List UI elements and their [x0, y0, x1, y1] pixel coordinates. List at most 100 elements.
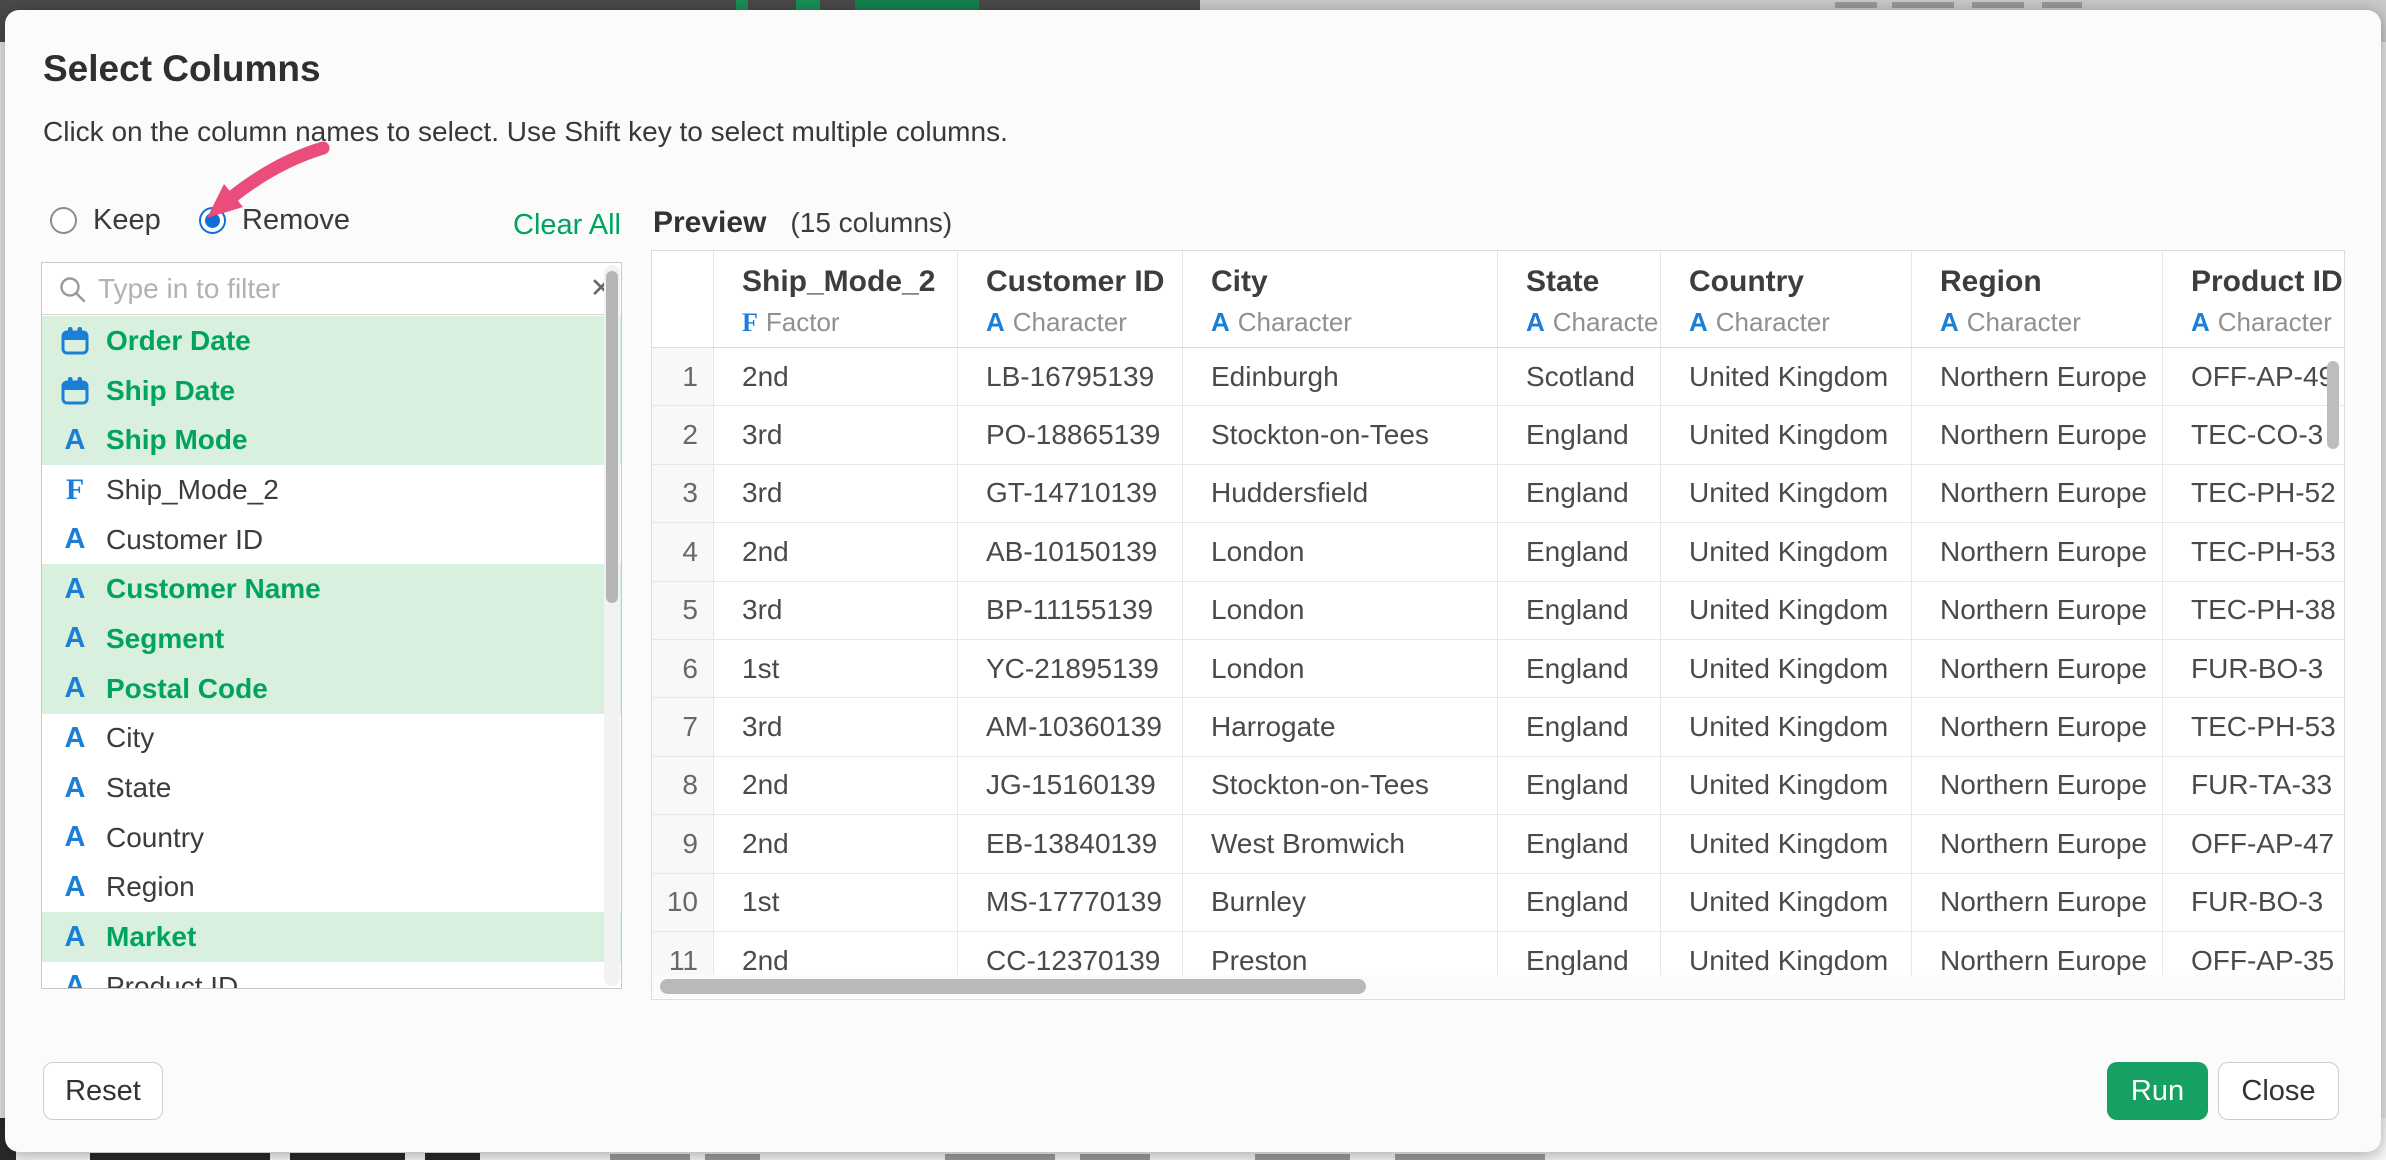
table-cell: BP-11155139	[957, 582, 1182, 639]
character-type-icon: A	[58, 771, 92, 805]
table-cell: TEC-PH-38	[2162, 582, 2344, 639]
table-row: 42ndAB-10150139LondonEnglandUnited Kingd…	[652, 523, 2344, 581]
list-item-label: Country	[106, 822, 204, 854]
column-type: ACharacter	[1689, 307, 1911, 338]
backdrop-text-fragment	[1080, 1154, 1150, 1160]
character-type-icon: A	[58, 672, 92, 706]
column-type: FFactor	[742, 307, 957, 338]
list-item-state[interactable]: AState	[42, 763, 621, 813]
table-cell: AM-10360139	[957, 698, 1182, 755]
table-cell: Northern Europe	[1911, 698, 2162, 755]
table-cell: United Kingdom	[1660, 465, 1911, 522]
list-item-region[interactable]: ARegion	[42, 863, 621, 913]
table-cell: United Kingdom	[1660, 348, 1911, 405]
type-label: Character	[1238, 307, 1352, 337]
table-row: 33rdGT-14710139HuddersfieldEnglandUnited…	[652, 465, 2344, 523]
reset-button[interactable]: Reset	[43, 1062, 163, 1120]
clear-all-link[interactable]: Clear All	[513, 209, 621, 242]
table-cell: 3rd	[713, 698, 957, 755]
table-cell: Northern Europe	[1911, 757, 2162, 814]
table-cell: United Kingdom	[1660, 406, 1911, 463]
table-cell: 2nd	[713, 523, 957, 580]
calendar-icon	[58, 374, 92, 408]
column-list-scrollbar-thumb[interactable]	[606, 271, 618, 603]
column-type: ACharacter	[1940, 307, 2162, 338]
backdrop-text-fragment	[705, 1154, 760, 1160]
search-icon	[58, 275, 86, 303]
type-label: Character	[2218, 307, 2332, 337]
table-cell: United Kingdom	[1660, 698, 1911, 755]
list-item-market[interactable]: AMarket	[42, 912, 621, 962]
table-cell: EB-13840139	[957, 815, 1182, 872]
dialog-title: Select Columns	[43, 48, 321, 90]
character-type-icon: A	[58, 920, 92, 954]
list-item-product-id[interactable]: AProduct ID	[42, 962, 621, 988]
backdrop-text-fragment	[90, 1153, 270, 1160]
table-cell: PO-18865139	[957, 406, 1182, 463]
vertical-scrollbar-thumb[interactable]	[2327, 361, 2339, 449]
keep-radio-option[interactable]: Keep	[50, 204, 161, 237]
list-item-country[interactable]: ACountry	[42, 813, 621, 863]
character-type-icon: A	[58, 970, 92, 988]
column-name: Ship_Mode_2	[742, 265, 957, 299]
backdrop-text-fragment	[1972, 2, 2024, 8]
remove-radio-option[interactable]: Remove	[199, 204, 350, 237]
character-type-icon: A	[58, 721, 92, 755]
backdrop-text-fragment	[1835, 2, 1877, 8]
list-item-customer-name[interactable]: ACustomer Name	[42, 564, 621, 614]
table-row: 101stMS-17770139BurnleyEnglandUnited Kin…	[652, 874, 2344, 932]
table-row: 23rdPO-18865139Stockton-on-TeesEnglandUn…	[652, 406, 2344, 464]
list-item-city[interactable]: ACity	[42, 714, 621, 764]
list-item-customer-id[interactable]: A Customer ID	[42, 515, 621, 565]
list-item-postal-code[interactable]: A Postal Code	[42, 664, 621, 714]
table-cell: OFF-AP-49	[2162, 348, 2344, 405]
type-letter-icon: A	[1689, 307, 1708, 337]
table-header-state: State A Character	[1497, 251, 1660, 347]
table-cell: TEC-PH-53	[2162, 523, 2344, 580]
list-item-ship-date[interactable]: Ship Date	[42, 366, 621, 416]
preview-column-count: (15 columns)	[790, 207, 952, 239]
preview-header: Preview (15 columns)	[653, 206, 952, 240]
horizontal-scrollbar-thumb[interactable]	[660, 979, 1366, 994]
column-name: State	[1526, 265, 1660, 299]
column-name: Customer ID	[986, 265, 1182, 299]
column-list: Order DateShip DateAShip ModeFShip_Mode_…	[42, 316, 621, 988]
character-type-icon: A	[58, 622, 92, 656]
table-cell: FUR-TA-33	[2162, 757, 2344, 814]
type-label: Character	[1553, 307, 1660, 337]
character-type-icon: A	[58, 523, 92, 557]
list-item-order-date[interactable]: Order Date	[42, 316, 621, 366]
table-cell: Northern Europe	[1911, 815, 2162, 872]
close-button[interactable]: Close	[2218, 1062, 2339, 1120]
keep-radio-label: Keep	[93, 204, 161, 237]
type-label: Character	[1967, 307, 2081, 337]
filter-search-input[interactable]	[98, 273, 581, 305]
table-row: 12ndLB-16795139EdinburghScotlandUnited K…	[652, 348, 2344, 406]
list-item-segment[interactable]: ASegment	[42, 614, 621, 664]
table-cell: England	[1497, 582, 1660, 639]
list-item-label: Postal Code	[106, 673, 268, 705]
table-cell: AB-10150139	[957, 523, 1182, 580]
backdrop-text-fragment	[1395, 1154, 1545, 1160]
column-type: ACharacter	[1211, 307, 1497, 338]
row-number-cell: 1	[652, 348, 713, 405]
row-number-cell: 5	[652, 582, 713, 639]
table-cell: LB-16795139	[957, 348, 1182, 405]
table-cell: JG-15160139	[957, 757, 1182, 814]
table-cell: OFF-AP-47	[2162, 815, 2344, 872]
table-cell: MS-17770139	[957, 874, 1182, 931]
table-row: 92ndEB-13840139West BromwichEnglandUnite…	[652, 815, 2344, 873]
table-cell: England	[1497, 698, 1660, 755]
preview-table: Ship_Mode_2FFactorCustomer IDACharacterC…	[651, 250, 2345, 1000]
list-item-label: Customer ID	[106, 524, 263, 556]
table-cell: 2nd	[713, 757, 957, 814]
type-label: Factor	[766, 307, 840, 337]
table-header-country: Country ACharacter	[1660, 251, 1911, 347]
column-list-scrollbar[interactable]	[604, 265, 620, 986]
column-name: Country	[1689, 265, 1911, 299]
run-button[interactable]: Run	[2107, 1062, 2208, 1120]
list-item-ship-mode[interactable]: AShip Mode	[42, 415, 621, 465]
type-letter-icon: A	[1526, 307, 1545, 337]
list-item-ship-mode-2[interactable]: FShip_Mode_2	[42, 465, 621, 515]
table-cell: 1st	[713, 874, 957, 931]
